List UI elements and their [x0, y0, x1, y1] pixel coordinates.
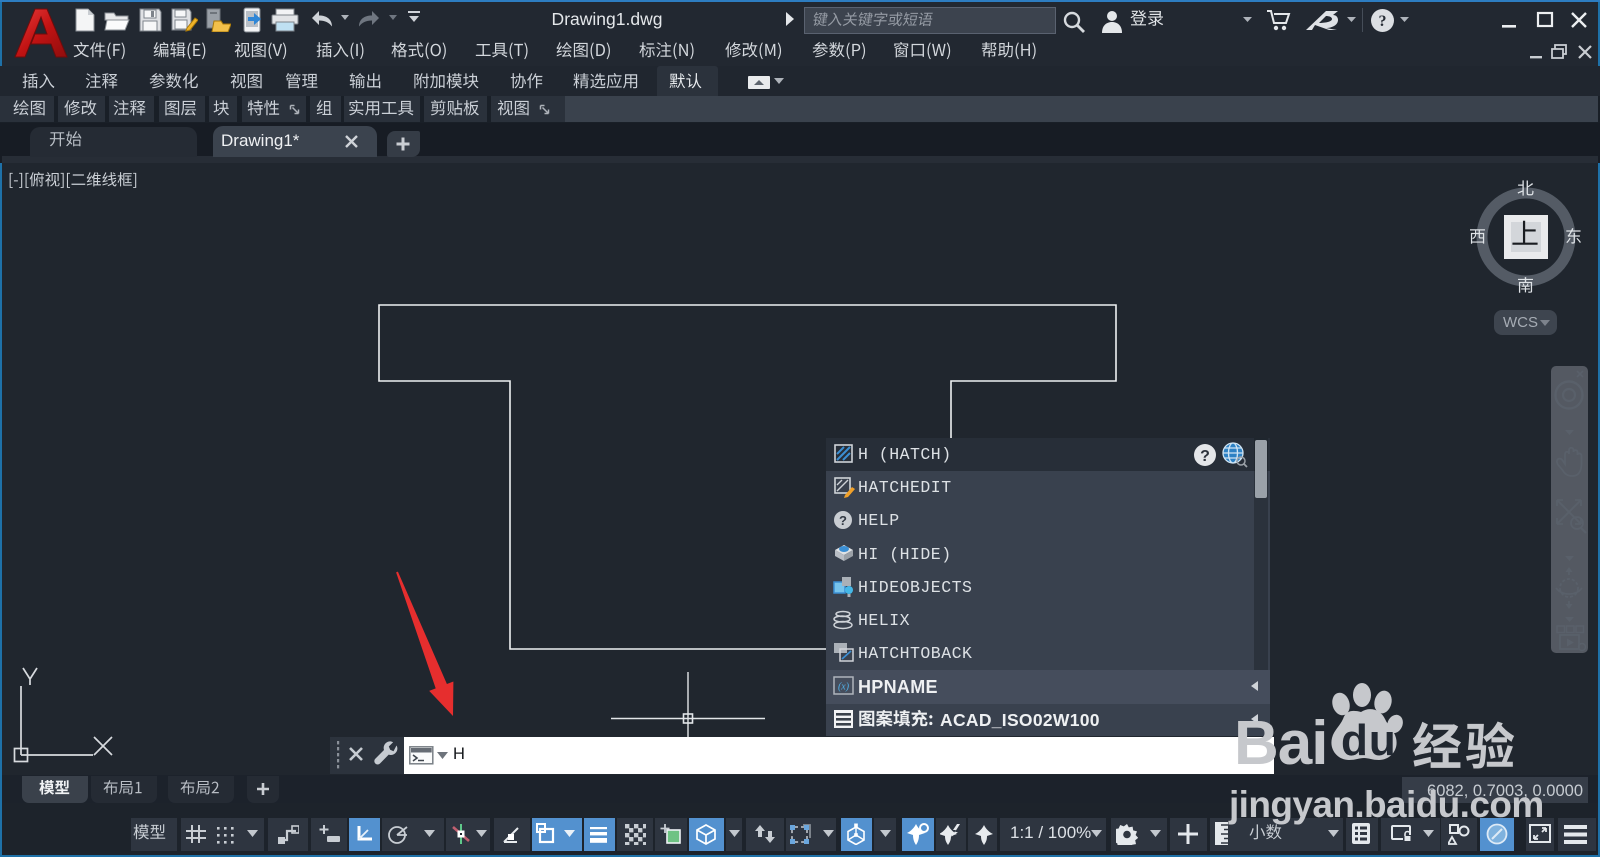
svg-text:?: ?: [1200, 448, 1210, 465]
svg-text:?: ?: [839, 513, 847, 528]
svg-text:?: ?: [1379, 13, 1387, 30]
svg-text:(x): (x): [838, 682, 850, 693]
